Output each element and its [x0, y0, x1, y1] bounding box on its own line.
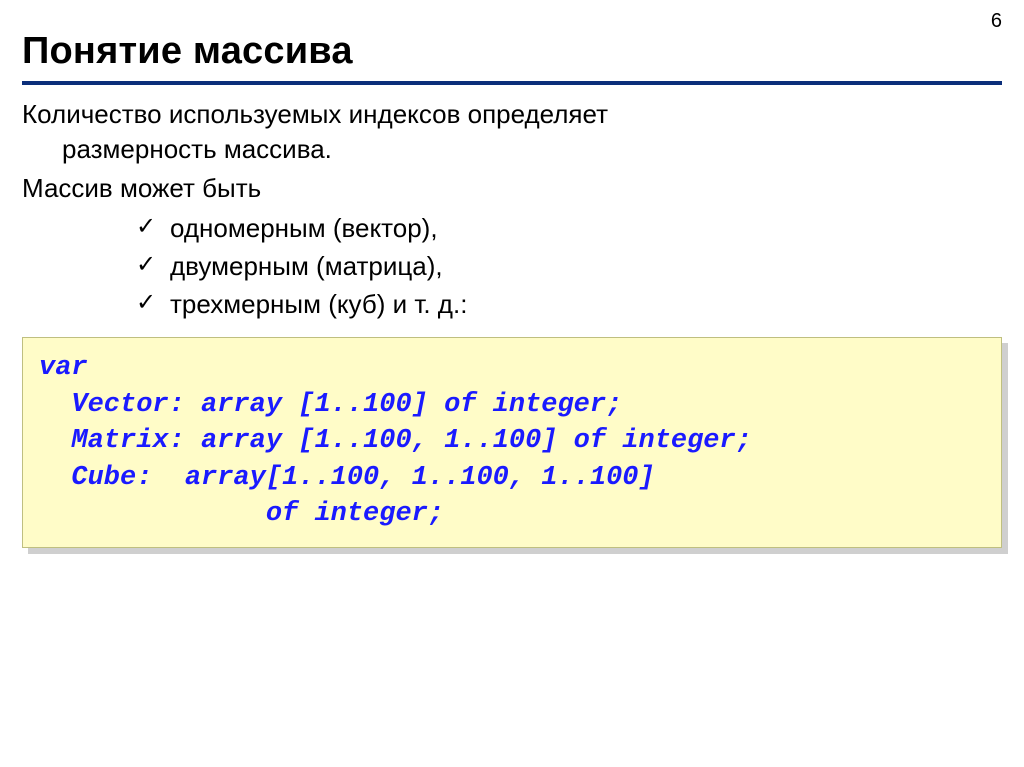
slide: 6 Понятие массива Количество используемы…: [0, 0, 1024, 767]
code-line: Vector: array [1..100] of integer;: [39, 387, 985, 423]
code-line: Matrix: array [1..100, 1..100] of intege…: [39, 423, 985, 459]
code-block: var Vector: array [1..100] of integer; M…: [22, 337, 1002, 547]
bullet-list: одномерным (вектор), двумерным (матрица)…: [22, 210, 1002, 323]
slide-body: Количество используемых индексов определ…: [22, 97, 1002, 548]
code-box: var Vector: array [1..100] of integer; M…: [22, 337, 1002, 547]
code-line: of integer;: [39, 496, 985, 532]
list-item: трехмерным (куб) и т. д.:: [136, 286, 1002, 324]
list-item: одномерным (вектор),: [136, 210, 1002, 248]
paragraph-2: Массив может быть: [22, 171, 1002, 206]
page-number: 6: [991, 10, 1002, 33]
paragraph-1-line-2: размерность массива.: [62, 132, 1002, 167]
code-line: Cube: array[1..100, 1..100, 1..100]: [39, 460, 985, 496]
paragraph-1-line-1: Количество используемых индексов определ…: [22, 97, 1002, 132]
code-line: var: [39, 350, 985, 386]
list-item: двумерным (матрица),: [136, 248, 1002, 286]
slide-title: Понятие массива: [22, 30, 1002, 73]
title-rule: [22, 81, 1002, 85]
